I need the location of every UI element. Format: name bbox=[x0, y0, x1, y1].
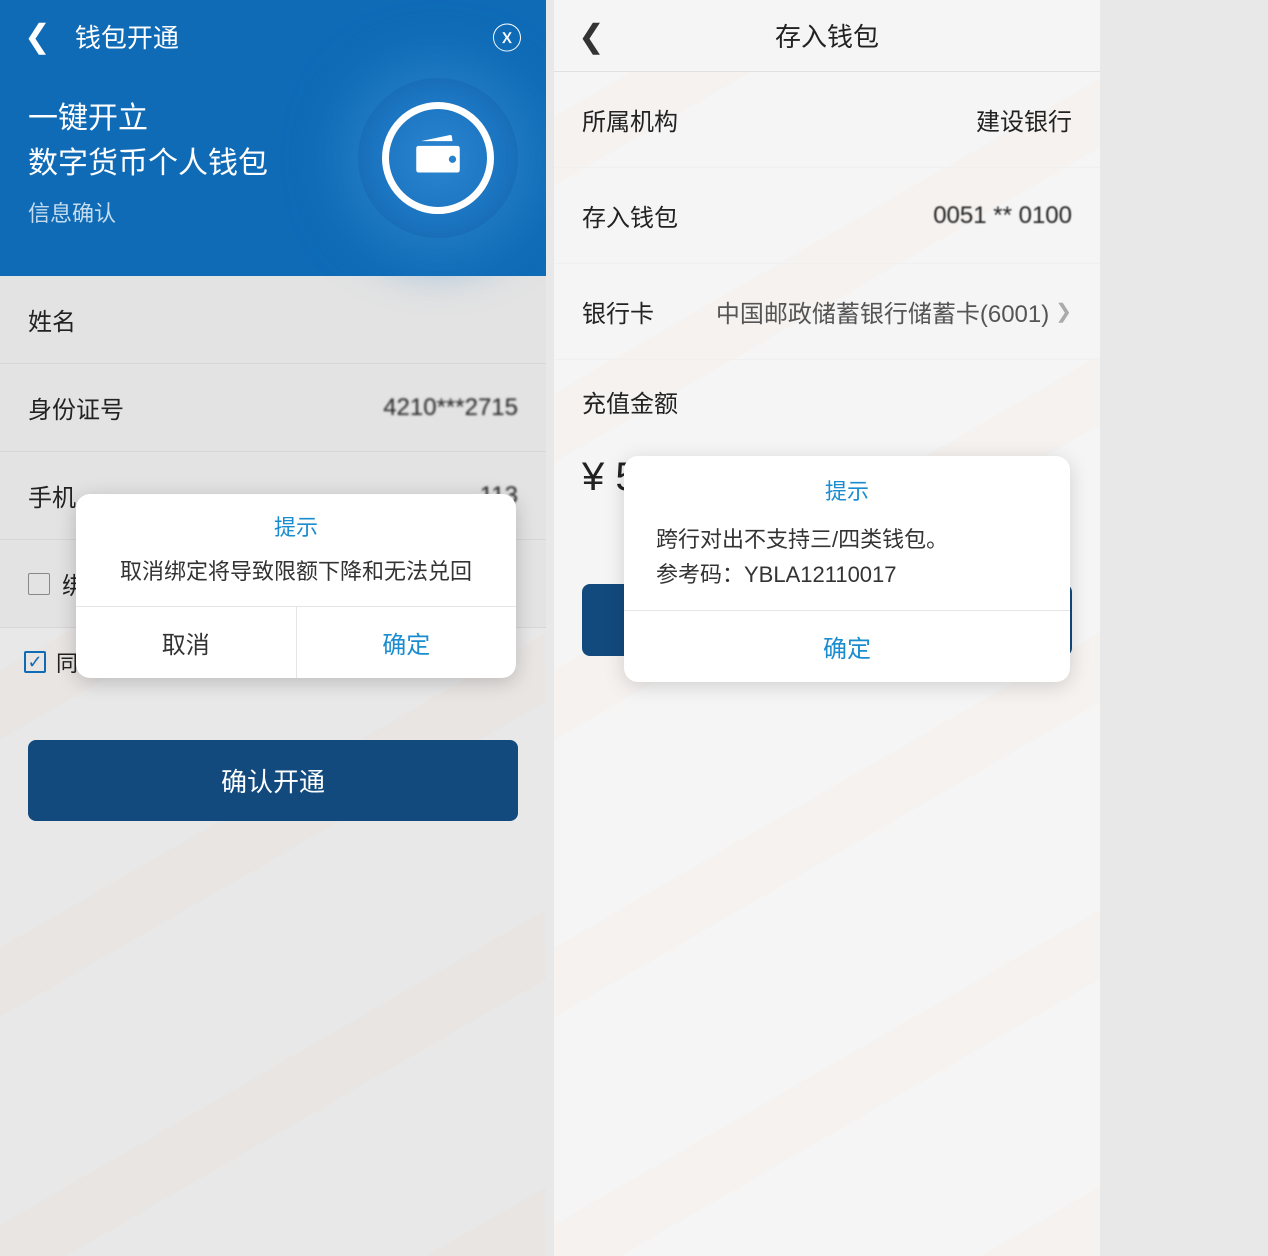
bind-checkbox[interactable] bbox=[28, 573, 50, 595]
close-icon[interactable]: ⓧ bbox=[492, 14, 522, 58]
page-title: 钱包开通 bbox=[75, 18, 179, 55]
agree-checkbox[interactable]: ✓ bbox=[24, 651, 46, 673]
back-icon[interactable]: ❮ bbox=[578, 17, 605, 55]
dialog-ok-button[interactable]: 确定 bbox=[624, 610, 1070, 682]
back-icon[interactable]: ❮ bbox=[24, 17, 51, 55]
org-row: 所属机构 建设银行 bbox=[554, 72, 1100, 168]
dialog-message: 取消绑定将导致限额下降和无法兑回 bbox=[76, 550, 516, 606]
dialog-title: 提示 bbox=[624, 456, 1070, 516]
org-value: 建设银行 bbox=[976, 102, 1072, 137]
phone-label: 手机 bbox=[28, 478, 76, 513]
dialog-msg-line1: 跨行对出不支持三/四类钱包。 bbox=[656, 522, 1038, 557]
dialog-cancel-button[interactable]: 取消 bbox=[76, 607, 297, 678]
chevron-right-icon: ❯ bbox=[1055, 299, 1072, 324]
dialog-ok-button[interactable]: 确定 bbox=[297, 607, 517, 678]
name-row[interactable]: 姓名 bbox=[0, 276, 546, 364]
id-label: 身份证号 bbox=[28, 390, 124, 425]
header: ❮ 存入钱包 bbox=[554, 0, 1100, 72]
wallet-row[interactable]: 存入钱包 0051 ** 0100 bbox=[554, 168, 1100, 264]
header: ❮ 钱包开通 ⓧ bbox=[0, 0, 546, 72]
confirm-open-button[interactable]: 确认开通 bbox=[28, 740, 518, 821]
left-screen: ❮ 钱包开通 ⓧ 一键开立 数字货币个人钱包 信息确认 姓名 身份证号 bbox=[0, 0, 546, 1256]
id-row[interactable]: 身份证号 4210***2715 bbox=[0, 364, 546, 452]
wallet-label: 存入钱包 bbox=[582, 198, 678, 233]
amount-label: 充值金额 bbox=[582, 384, 1072, 419]
hero: 一键开立 数字货币个人钱包 信息确认 bbox=[0, 72, 546, 276]
dialog-title: 提示 bbox=[76, 494, 516, 550]
wallet-icon bbox=[409, 129, 467, 187]
right-screen: ❮ 存入钱包 所属机构 建设银行 存入钱包 0051 ** 0100 银行卡 中… bbox=[554, 0, 1100, 1256]
name-label: 姓名 bbox=[28, 302, 76, 337]
dialog-msg-line2: 参考码：YBLA12110017 bbox=[656, 557, 1038, 592]
card-value: 中国邮政储蓄银行储蓄卡(6001) bbox=[716, 294, 1049, 329]
org-label: 所属机构 bbox=[582, 102, 678, 137]
page-title: 存入钱包 bbox=[775, 17, 879, 54]
card-row[interactable]: 银行卡 中国邮政储蓄银行储蓄卡(6001) ❯ bbox=[554, 264, 1100, 360]
id-value: 4210***2715 bbox=[383, 394, 518, 422]
card-label: 银行卡 bbox=[582, 294, 654, 329]
wallet-value: 0051 ** 0100 bbox=[933, 202, 1072, 230]
dialog-message: 跨行对出不支持三/四类钱包。 参考码：YBLA12110017 bbox=[624, 516, 1070, 610]
error-dialog: 提示 跨行对出不支持三/四类钱包。 参考码：YBLA12110017 确定 bbox=[624, 456, 1070, 682]
confirm-dialog: 提示 取消绑定将导致限额下降和无法兑回 取消 确定 bbox=[76, 494, 516, 678]
wallet-illustration bbox=[358, 78, 518, 238]
